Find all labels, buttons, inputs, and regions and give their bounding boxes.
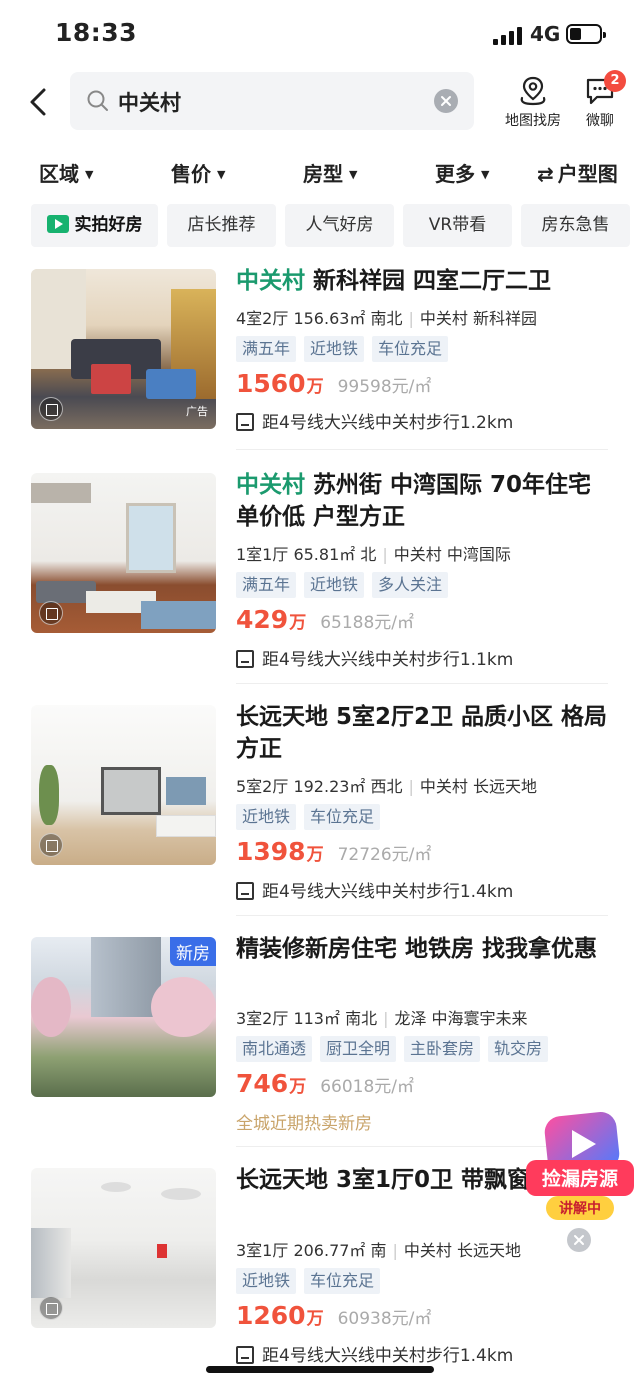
listing-title: 长远天地 5室2厅2卫 品质小区 格局方正	[236, 704, 608, 762]
chevron-down-icon: ▼	[349, 168, 358, 181]
signal-icon	[493, 25, 523, 45]
divider	[236, 683, 608, 684]
subway-icon	[236, 650, 254, 668]
listing-subway: 距4号线大兴线中关村步行1.4km	[236, 877, 513, 902]
vr-icon	[39, 601, 63, 625]
divider	[236, 449, 608, 450]
listing-title: 精装修新房住宅 地铁房 找我拿优惠	[236, 936, 598, 962]
filter-more[interactable]: 更多 ▼	[435, 158, 489, 187]
listing-title: 中关村 苏州街 中湾国际 70年住宅 单价低 户型方正	[236, 472, 592, 530]
network-type: 4G	[530, 22, 561, 46]
close-icon	[441, 96, 451, 106]
back-arrow-icon	[30, 88, 46, 116]
chevron-down-icon: ▼	[85, 168, 94, 181]
subway-icon	[236, 413, 254, 431]
search-input[interactable]: 中关村	[70, 72, 474, 130]
listing-tags: 满五年 近地铁 车位充足	[236, 336, 456, 362]
chat-unread-badge: 2	[604, 70, 626, 92]
listing-subway: 距4号线大兴线中关村步行1.4km	[236, 1341, 513, 1366]
listing-meta: 3室2厅 113㎡ 南北 | 龙泽 中海寰宇未来	[236, 1009, 528, 1028]
promo-title: 捡漏房源	[541, 1168, 618, 1190]
ad-label: 广告	[186, 405, 208, 418]
chevron-down-icon: ▼	[481, 168, 490, 181]
chip-real-photo[interactable]: 实拍好房	[31, 204, 158, 247]
close-icon	[574, 1235, 584, 1245]
swap-icon: ⇄	[537, 162, 554, 186]
vr-icon	[39, 397, 63, 421]
listing-subway: 距4号线大兴线中关村步行1.1km	[236, 645, 513, 670]
listing-price: 746万 66018元/㎡	[236, 1069, 414, 1098]
map-search-label: 地图找房	[505, 113, 561, 129]
quick-tag-row: 实拍好房 店长推荐 人气好房 VR带看 房东急售	[0, 204, 640, 248]
listing-meta: 1室1厅 65.81㎡ 北 | 中关村 中湾国际	[236, 545, 511, 564]
listing-tags: 南北通透 厨卫全明 主卧套房 轨交房	[236, 1036, 556, 1062]
filter-price[interactable]: 售价 ▼	[171, 158, 225, 187]
chip-urgent-sale[interactable]: 房东急售	[521, 204, 630, 247]
subway-icon	[236, 1346, 254, 1364]
listing-photo: 广告	[31, 269, 216, 429]
promo-live-label: 讲解中	[559, 1201, 601, 1217]
vr-icon	[39, 833, 63, 857]
live-promo-widget[interactable]: 捡漏房源 讲解中	[524, 1108, 636, 1228]
listing-tags: 近地铁 车位充足	[236, 1268, 388, 1294]
listing-price: 429万 65188元/㎡	[236, 605, 414, 634]
subway-icon	[236, 882, 254, 900]
video-icon	[46, 215, 69, 233]
listing-title: 中关村 新科祥园 四室二厅二卫	[236, 268, 552, 294]
floorplan-toggle[interactable]: ⇄ 户型图	[537, 158, 618, 187]
map-pin-icon	[520, 76, 546, 106]
filter-area[interactable]: 区域 ▼	[39, 158, 93, 187]
chat-label: 微聊	[586, 113, 614, 129]
chip-manager-pick[interactable]: 店长推荐	[167, 204, 276, 247]
listing-photo: 新房	[31, 937, 216, 1097]
battery-icon	[566, 24, 606, 44]
status-bar: 18:33 4G	[0, 0, 640, 66]
map-search-button[interactable]: 地图找房	[505, 76, 561, 130]
filter-layout[interactable]: 房型 ▼	[303, 158, 357, 187]
new-home-badge: 新房	[170, 937, 216, 966]
listing-price: 1560万 99598元/㎡	[236, 369, 432, 398]
status-time: 18:33	[55, 18, 138, 47]
listing-tags: 近地铁 车位充足	[236, 804, 388, 830]
listing-price: 1260万 60938元/㎡	[236, 1301, 432, 1330]
chip-popular[interactable]: 人气好房	[285, 204, 394, 247]
promo-close-button[interactable]	[567, 1228, 591, 1252]
listing-meta: 3室1厅 206.77㎡ 南 | 中关村 长远天地	[236, 1241, 522, 1260]
back-button[interactable]	[22, 84, 58, 120]
vr-icon	[39, 1296, 63, 1320]
divider	[236, 915, 608, 916]
listing-photo	[31, 705, 216, 865]
chip-vr[interactable]: VR带看	[403, 204, 512, 247]
listing-subway: 距4号线大兴线中关村步行1.2km	[236, 408, 513, 433]
listing-tags: 满五年 近地铁 多人关注	[236, 572, 456, 598]
listing-photo	[31, 1168, 216, 1328]
listing-photo	[31, 473, 216, 633]
filter-bar: 区域 ▼ 售价 ▼ 房型 ▼ 更多 ▼ ⇄ 户型图	[0, 152, 640, 192]
clear-search-button[interactable]	[434, 89, 458, 113]
home-indicator	[206, 1366, 434, 1373]
chevron-down-icon: ▼	[217, 168, 226, 181]
search-query: 中关村	[118, 91, 181, 115]
search-icon	[87, 90, 108, 111]
listing-meta: 4室2厅 156.63㎡ 南北 | 中关村 新科祥园	[236, 309, 538, 328]
hot-new-home-label: 全城近期热卖新房	[236, 1114, 372, 1134]
listing-price: 1398万 72726元/㎡	[236, 837, 432, 866]
listing-meta: 5室2厅 192.23㎡ 西北 | 中关村 长远天地	[236, 777, 538, 796]
